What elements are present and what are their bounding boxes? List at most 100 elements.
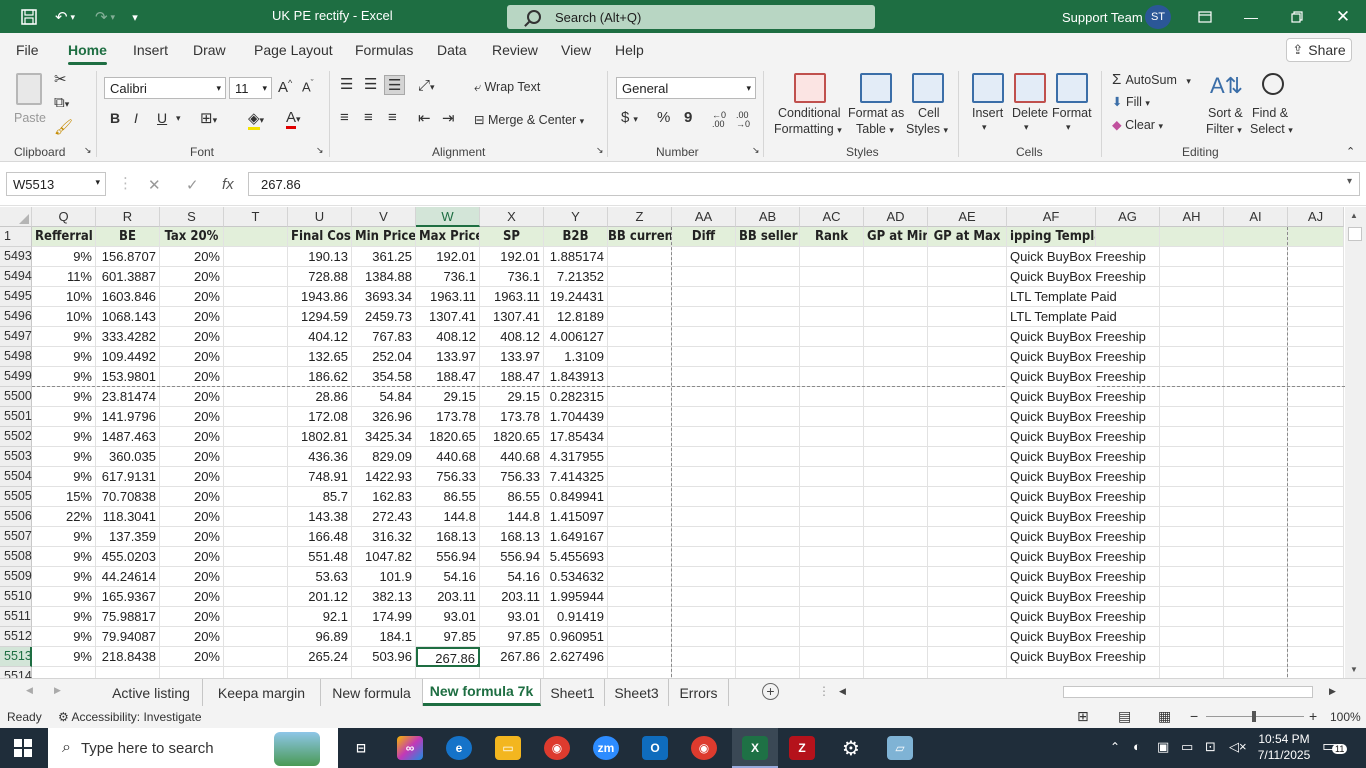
table-cell[interactable]: 11% — [32, 267, 96, 287]
table-cell[interactable] — [928, 347, 1007, 367]
table-cell[interactable]: 10% — [32, 307, 96, 327]
table-cell[interactable]: Quick BuyBox Freeship — [1007, 527, 1146, 547]
table-cell[interactable] — [1288, 427, 1344, 447]
font-launcher-icon[interactable]: ↘ — [316, 145, 324, 156]
table-cell[interactable] — [608, 467, 672, 487]
table-cell[interactable] — [1288, 667, 1344, 678]
column-header[interactable]: W — [416, 207, 480, 227]
font-color-icon[interactable]: A▾ — [286, 109, 301, 129]
table-cell[interactable]: 20% — [160, 487, 224, 507]
table-cell[interactable] — [1224, 527, 1288, 547]
copy-icon[interactable]: ⧉▾ — [54, 94, 69, 111]
table-cell[interactable]: 9% — [32, 647, 96, 667]
table-cell[interactable] — [1288, 387, 1344, 407]
table-cell[interactable]: 551.48 — [288, 547, 352, 567]
row-header[interactable]: 5507 — [0, 527, 32, 547]
font-name-box[interactable]: Calibri ▾ — [104, 77, 226, 99]
table-cell[interactable] — [672, 427, 736, 447]
table-cell[interactable] — [608, 447, 672, 467]
table-cell[interactable] — [1224, 307, 1288, 327]
header-cell[interactable]: ipping Template — [1007, 227, 1096, 247]
table-cell[interactable] — [1288, 567, 1344, 587]
table-cell[interactable] — [672, 527, 736, 547]
tab-file[interactable]: File — [16, 42, 39, 58]
header-cell[interactable]: Max Price — [416, 227, 480, 247]
table-cell[interactable] — [224, 447, 288, 467]
table-cell[interactable]: 0.282315 — [544, 387, 608, 407]
table-cell[interactable] — [224, 307, 288, 327]
zoom-app-icon[interactable]: zm — [593, 736, 619, 760]
table-cell[interactable]: 7.414325 — [544, 467, 608, 487]
table-cell[interactable]: 728.88 — [288, 267, 352, 287]
header-cell[interactable]: GP at Max — [928, 227, 1007, 247]
table-cell[interactable] — [608, 667, 672, 678]
table-cell[interactable]: 96.89 — [288, 627, 352, 647]
active-cell[interactable]: 267.86 — [416, 647, 480, 667]
table-cell[interactable] — [800, 387, 864, 407]
table-cell[interactable]: 503.96 — [352, 647, 416, 667]
tab-review[interactable]: Review — [492, 42, 538, 58]
taskbar-search[interactable]: ⌕ Type here to search — [48, 728, 338, 768]
table-cell[interactable]: 20% — [160, 267, 224, 287]
table-cell[interactable] — [928, 587, 1007, 607]
table-cell[interactable] — [1224, 267, 1288, 287]
table-cell[interactable] — [928, 267, 1007, 287]
column-header[interactable]: Y — [544, 207, 608, 227]
table-cell[interactable] — [864, 467, 928, 487]
tab-formulas[interactable]: Formulas — [355, 42, 413, 58]
autosum-button[interactable]: Σ AutoSum ▾ — [1112, 71, 1191, 88]
table-cell[interactable] — [224, 387, 288, 407]
row-header[interactable]: 5503 — [0, 447, 32, 467]
expand-formula-bar-icon[interactable]: ▾ — [1347, 176, 1352, 187]
decrease-indent-icon[interactable]: ⇤ — [418, 109, 431, 127]
sheet-tab[interactable]: Sheet1 — [541, 679, 605, 706]
table-cell[interactable] — [224, 467, 288, 487]
table-cell[interactable] — [1288, 267, 1344, 287]
table-cell[interactable] — [608, 487, 672, 507]
table-cell[interactable] — [1160, 427, 1224, 447]
table-cell[interactable]: 736.1 — [416, 267, 480, 287]
table-cell[interactable] — [224, 607, 288, 627]
table-cell[interactable]: 382.13 — [352, 587, 416, 607]
filezilla-icon[interactable]: Z — [789, 736, 815, 760]
table-cell[interactable] — [928, 547, 1007, 567]
table-cell[interactable]: 20% — [160, 347, 224, 367]
table-cell[interactable] — [864, 627, 928, 647]
table-cell[interactable]: 118.3041 — [96, 507, 160, 527]
table-cell[interactable] — [864, 647, 928, 667]
table-cell[interactable]: 9% — [32, 567, 96, 587]
bold-button[interactable]: B — [110, 110, 120, 126]
table-cell[interactable] — [1288, 527, 1344, 547]
wrap-text-button[interactable]: ⤶ Wrap Text — [474, 80, 540, 95]
row-header[interactable]: 5514 — [0, 667, 32, 678]
table-cell[interactable] — [1224, 427, 1288, 447]
table-cell[interactable]: 188.47 — [480, 367, 544, 387]
table-cell[interactable] — [1288, 327, 1344, 347]
table-cell[interactable]: 1963.11 — [416, 287, 480, 307]
table-cell[interactable] — [672, 267, 736, 287]
table-cell[interactable]: 360.035 — [96, 447, 160, 467]
table-cell[interactable] — [1288, 367, 1344, 387]
ribbon-display-icon[interactable] — [1182, 0, 1228, 33]
tab-help[interactable]: Help — [615, 42, 644, 58]
table-cell[interactable] — [1224, 367, 1288, 387]
table-cell[interactable] — [32, 667, 96, 678]
number-format-box[interactable]: General ▾ — [616, 77, 756, 99]
table-cell[interactable] — [1160, 627, 1224, 647]
italic-button[interactable]: I — [134, 110, 138, 126]
column-header[interactable]: AF — [1007, 207, 1096, 227]
table-cell[interactable]: 3425.34 — [352, 427, 416, 447]
table-cell[interactable] — [608, 267, 672, 287]
table-cell[interactable]: 1802.81 — [288, 427, 352, 447]
table-cell[interactable]: 70.70838 — [96, 487, 160, 507]
sheet-tab[interactable]: Keepa margin — [203, 679, 321, 706]
table-cell[interactable] — [1160, 467, 1224, 487]
table-cell[interactable] — [1224, 287, 1288, 307]
table-cell[interactable]: 12.8189 — [544, 307, 608, 327]
table-cell[interactable]: 756.33 — [416, 467, 480, 487]
row-header[interactable]: 5510 — [0, 587, 32, 607]
table-cell[interactable] — [800, 467, 864, 487]
increase-decimal-icon[interactable]: ←0 .00 — [712, 111, 730, 129]
table-cell[interactable]: 9% — [32, 527, 96, 547]
select-all-corner[interactable] — [0, 207, 32, 227]
